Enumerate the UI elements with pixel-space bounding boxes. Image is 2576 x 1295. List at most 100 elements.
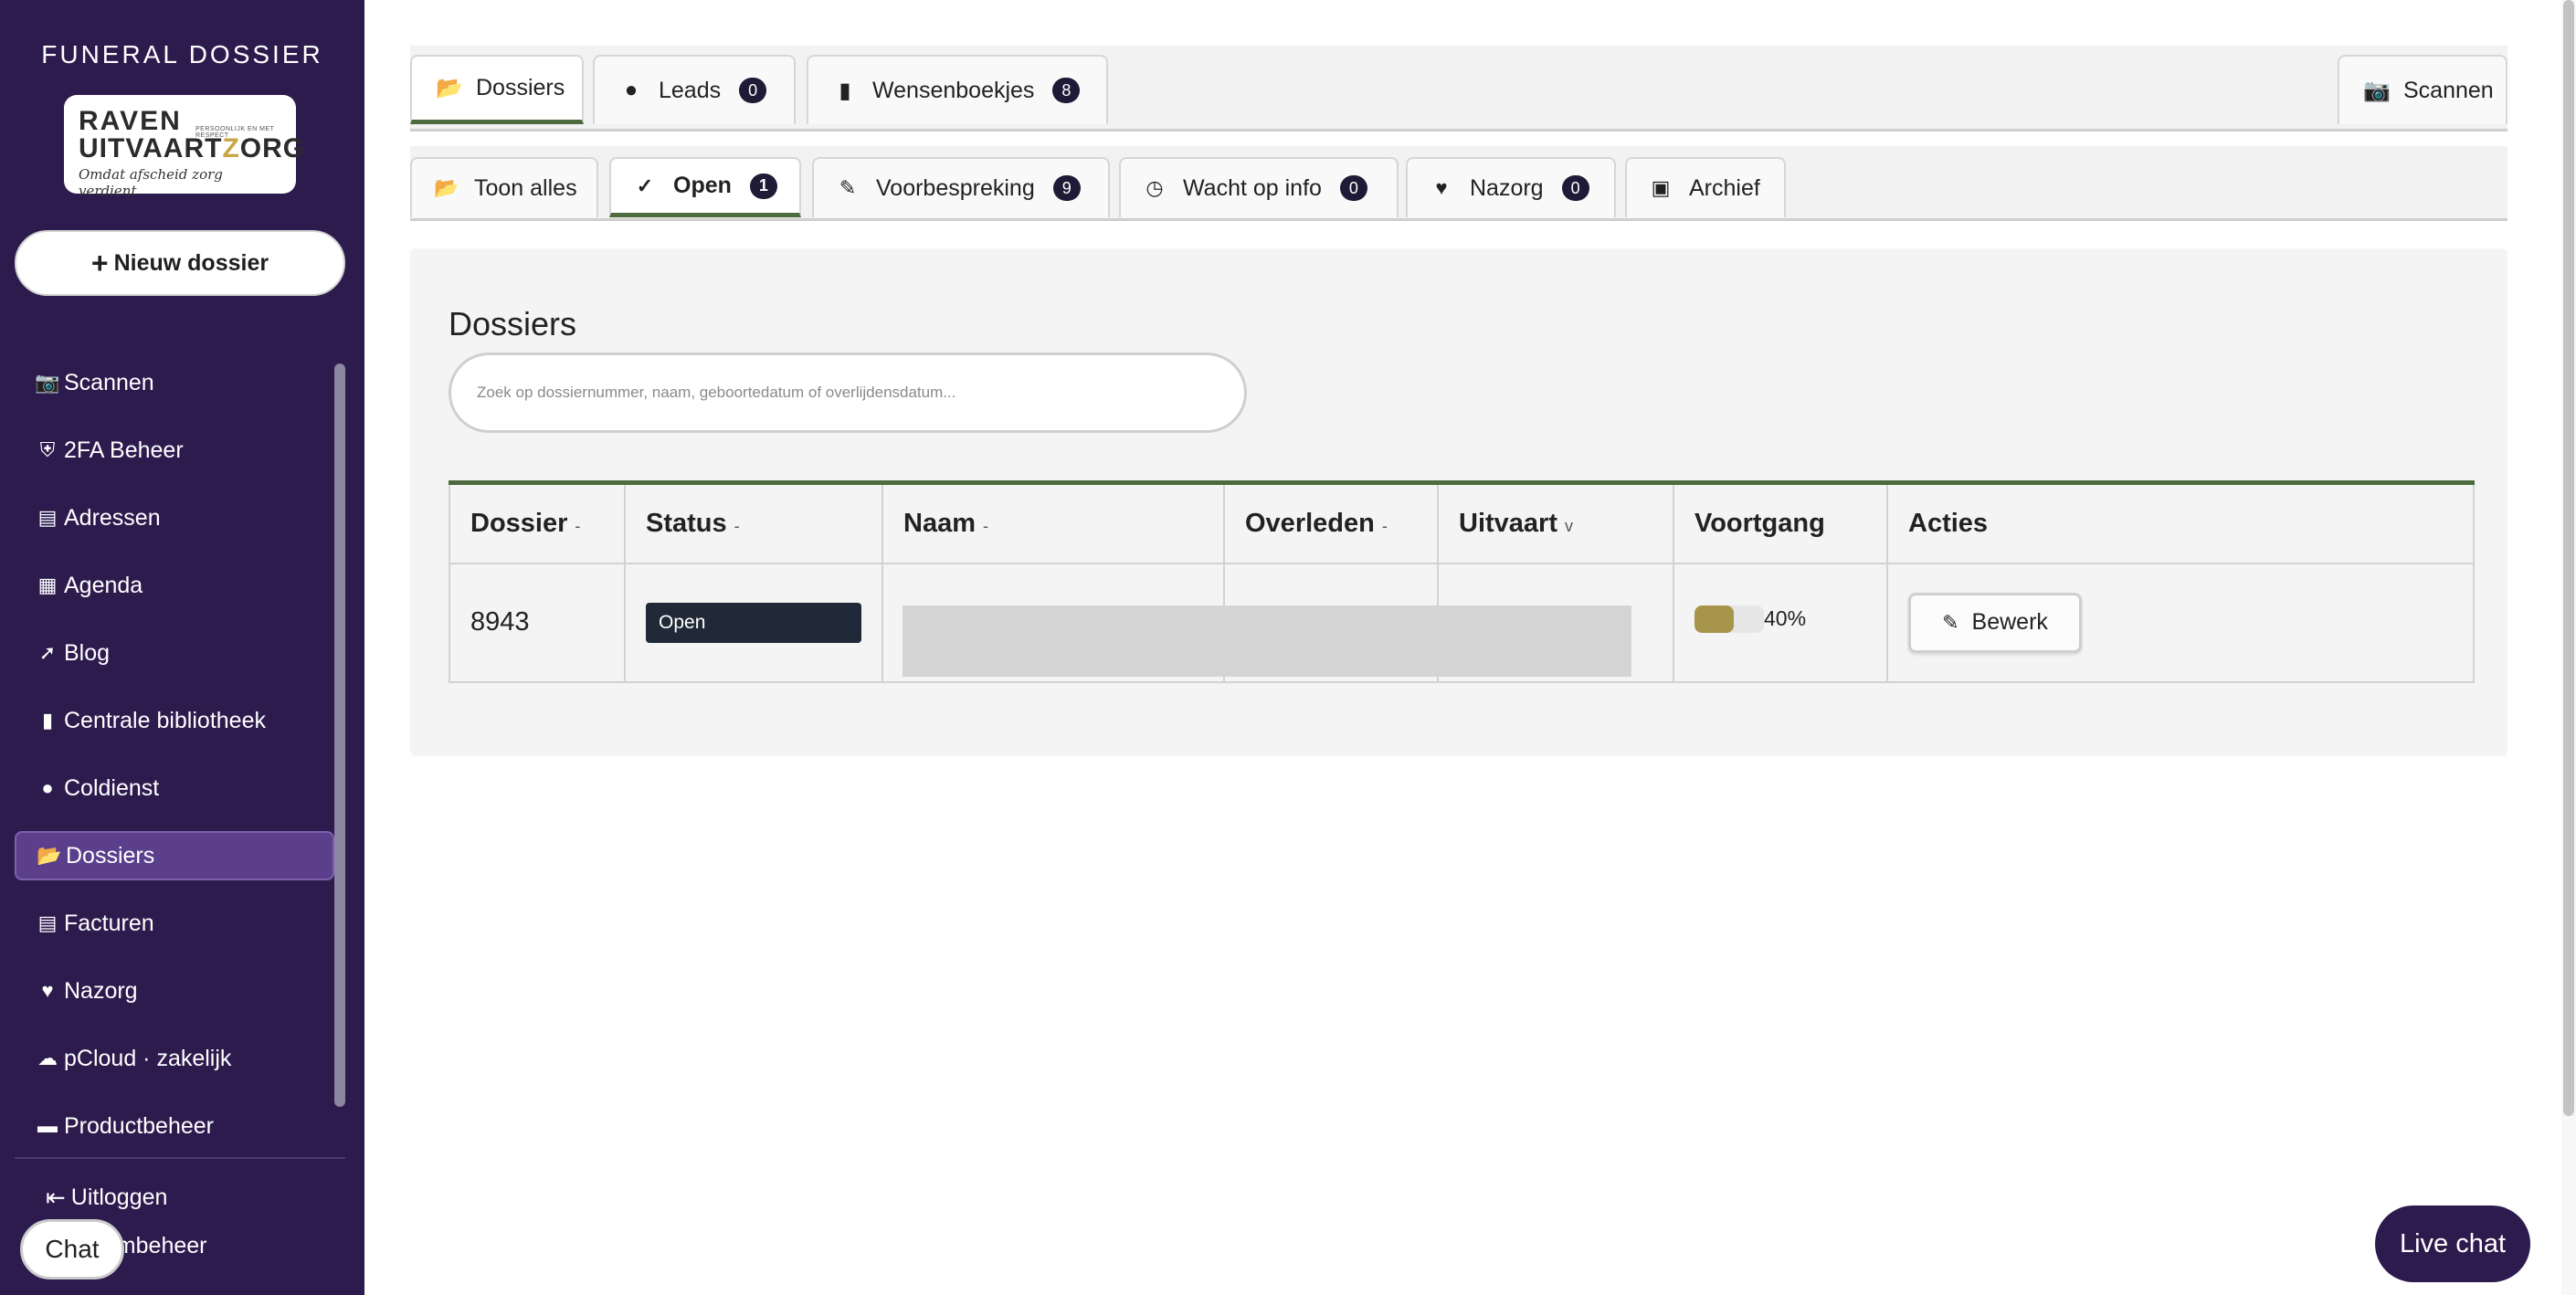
sidebar-item-label: Productbeheer — [64, 1112, 215, 1139]
tab-scannen[interactable]: 📷 Scannen — [2338, 55, 2507, 124]
sidebar-item-label: Coldienst — [64, 774, 160, 801]
sidebar: FUNERAL DOSSIER RAVEN PERSOONLIJK EN MET… — [0, 0, 364, 1295]
filter-tabs: 📂 Toon alles ✓ Open 1 ✎ Voorbespreking 9… — [410, 146, 2507, 221]
count-badge: 8 — [1052, 78, 1081, 103]
tab-wensenboekjes[interactable]: ▮ Wensenboekjes 8 — [807, 55, 1108, 124]
filter-tab-open[interactable]: ✓ Open 1 — [609, 157, 801, 217]
tab-label: Toon alles — [474, 174, 577, 201]
tab-label: Scannen — [2403, 77, 2494, 103]
cell-status: Open — [624, 562, 883, 683]
column-label: Voortgang — [1694, 508, 1825, 538]
progress-indicator: 40% — [1694, 605, 1806, 633]
column-header-overleden[interactable]: Overleden - — [1223, 481, 1439, 564]
sort-indicator: - — [575, 516, 581, 535]
tab-leads[interactable]: ● Leads 0 — [593, 55, 796, 124]
sidebar-item-centrale-bibliotheek[interactable]: ▮ Centrale bibliotheek — [15, 696, 334, 745]
logo-small-text: PERSOONLIJK EN MET RESPECT — [195, 126, 275, 139]
column-header-naam[interactable]: Naam - — [882, 481, 1225, 564]
sidebar-divider — [15, 1157, 345, 1159]
filter-tab-toon-alles[interactable]: 📂 Toon alles — [410, 157, 598, 217]
brand-logo[interactable]: RAVEN PERSOONLIJK EN MET RESPECT UITVAAR… — [64, 95, 304, 199]
column-label: Dossier — [470, 508, 568, 538]
pencil-icon: ✎ — [1942, 610, 1959, 634]
status-badge: Open — [646, 602, 861, 643]
sidebar-item-scannen[interactable]: 📷 Scannen — [15, 358, 334, 407]
new-dossier-label: Nieuw dossier — [113, 249, 269, 276]
filter-tab-voorbespreking[interactable]: ✎ Voorbespreking 9 — [812, 157, 1110, 217]
logo-text: RAVEN — [79, 106, 182, 136]
pin-icon: ➚ — [38, 641, 57, 664]
book-icon: ▮ — [839, 78, 851, 103]
edit-label: Bewerk — [1971, 609, 2048, 635]
column-label: Status — [646, 508, 727, 538]
filter-tab-wacht-op-info[interactable]: ◷ Wacht op info 0 — [1119, 157, 1399, 217]
sort-indicator: v — [1565, 516, 1573, 535]
cell-dossier-number: 8943 — [449, 562, 626, 683]
filter-tab-archief[interactable]: ▣ Archief — [1625, 157, 1786, 217]
count-badge: 0 — [1561, 175, 1589, 201]
tab-label: Nazorg — [1470, 174, 1544, 201]
heart-icon: ♥ — [1435, 176, 1448, 199]
sidebar-item-label: Centrale bibliotheek — [64, 707, 266, 733]
column-header-dossier[interactable]: Dossier - — [449, 481, 626, 564]
cell-acties: ✎ Bewerk — [1886, 562, 2475, 683]
tab-label: Open — [673, 173, 732, 198]
chat-button[interactable]: Chat — [20, 1219, 124, 1279]
count-badge: 0 — [739, 78, 767, 103]
sidebar-item-label: Dossiers — [66, 842, 155, 869]
cell-voortgang: 40% — [1673, 562, 1888, 683]
column-header-voortgang: Voortgang — [1673, 481, 1888, 564]
camera-icon: 📷 — [35, 371, 60, 394]
live-chat-button[interactable]: Live chat — [2375, 1206, 2530, 1282]
progress-bar — [1694, 605, 1764, 633]
tab-label: Voorbespreking — [876, 174, 1035, 201]
sidebar-item-productbeheer[interactable]: ▬ Productbeheer — [15, 1101, 334, 1139]
search-input[interactable] — [449, 353, 1247, 433]
sidebar-item-adressen[interactable]: ▤ Adressen — [15, 493, 334, 542]
main-content: 📂 Dossiers ● Leads 0 ▮ Wensenboekjes 8 📷… — [364, 0, 2561, 1295]
column-label: Overleden — [1245, 508, 1375, 538]
tab-label: Dossiers — [476, 75, 565, 100]
tab-label: Wacht op info — [1183, 174, 1322, 201]
progress-fill — [1694, 605, 1734, 633]
column-header-status[interactable]: Status - — [624, 481, 883, 564]
folder-open-icon: 📂 — [37, 844, 62, 867]
new-dossier-button[interactable]: + Nieuw dossier — [15, 230, 345, 296]
edit-button[interactable]: ✎ Bewerk — [1908, 592, 2082, 653]
sort-indicator: - — [734, 516, 740, 535]
tab-label: Archief — [1689, 174, 1760, 201]
sidebar-item-pcloud[interactable]: ☁ pCloud · zakelijk — [15, 1034, 334, 1083]
count-badge: 1 — [749, 173, 777, 199]
sidebar-nav: 📷 Scannen ⛨ 2FA Beheer ▤ Adressen ▦ Agenda ➚… — [15, 358, 334, 1139]
sidebar-item-agenda[interactable]: ▦ Agenda — [15, 561, 334, 610]
users-icon: ● — [624, 78, 639, 102]
sidebar-item-dossiers[interactable]: 📂 Dossiers — [15, 831, 334, 880]
sidebar-item-label: pCloud · zakelijk — [64, 1045, 232, 1071]
sidebar-item-coldienst[interactable]: ● Coldienst — [15, 763, 334, 813]
logout-label: Uitloggen — [70, 1184, 168, 1210]
sidebar-item-label: Blog — [64, 639, 111, 666]
tab-dossiers[interactable]: 📂 Dossiers — [410, 55, 584, 124]
book-icon: ▮ — [41, 709, 54, 732]
sidebar-item-facturen[interactable]: ▤ Facturen — [15, 899, 334, 948]
cart-icon: ▬ — [37, 1114, 58, 1137]
sidebar-item-nazorg[interactable]: ♥ Nazorg — [15, 966, 334, 1016]
sidebar-item-2fa-beheer[interactable]: ⛨ 2FA Beheer — [15, 426, 334, 475]
table-header-row: Dossier - Status - Naam - Overleden - Uitvaa… — [449, 481, 2475, 564]
folder-open-icon: 📂 — [434, 176, 459, 199]
column-header-uitvaart[interactable]: Uitvaart v — [1437, 481, 1674, 564]
page-scrollbar[interactable] — [2563, 0, 2574, 1116]
brand-title: FUNERAL DOSSIER — [41, 40, 323, 68]
sidebar-item-label: Agenda — [64, 572, 143, 598]
filter-tab-nazorg[interactable]: ♥ Nazorg 0 — [1406, 157, 1616, 217]
shield-icon: ⛨ — [39, 438, 56, 461]
pencil-icon: ✎ — [839, 176, 857, 199]
plus-icon: + — [90, 246, 109, 279]
sidebar-item-blog[interactable]: ➚ Blog — [15, 628, 334, 678]
sidebar-scrollbar[interactable] — [334, 363, 345, 1107]
logout-icon: ⇤ — [46, 1184, 66, 1211]
progress-label: 40% — [1764, 606, 1807, 630]
cloud-icon: ☁ — [37, 1047, 58, 1069]
count-badge: 0 — [1339, 175, 1367, 201]
logout-link[interactable]: ⇤ Uitloggen — [46, 1184, 167, 1212]
